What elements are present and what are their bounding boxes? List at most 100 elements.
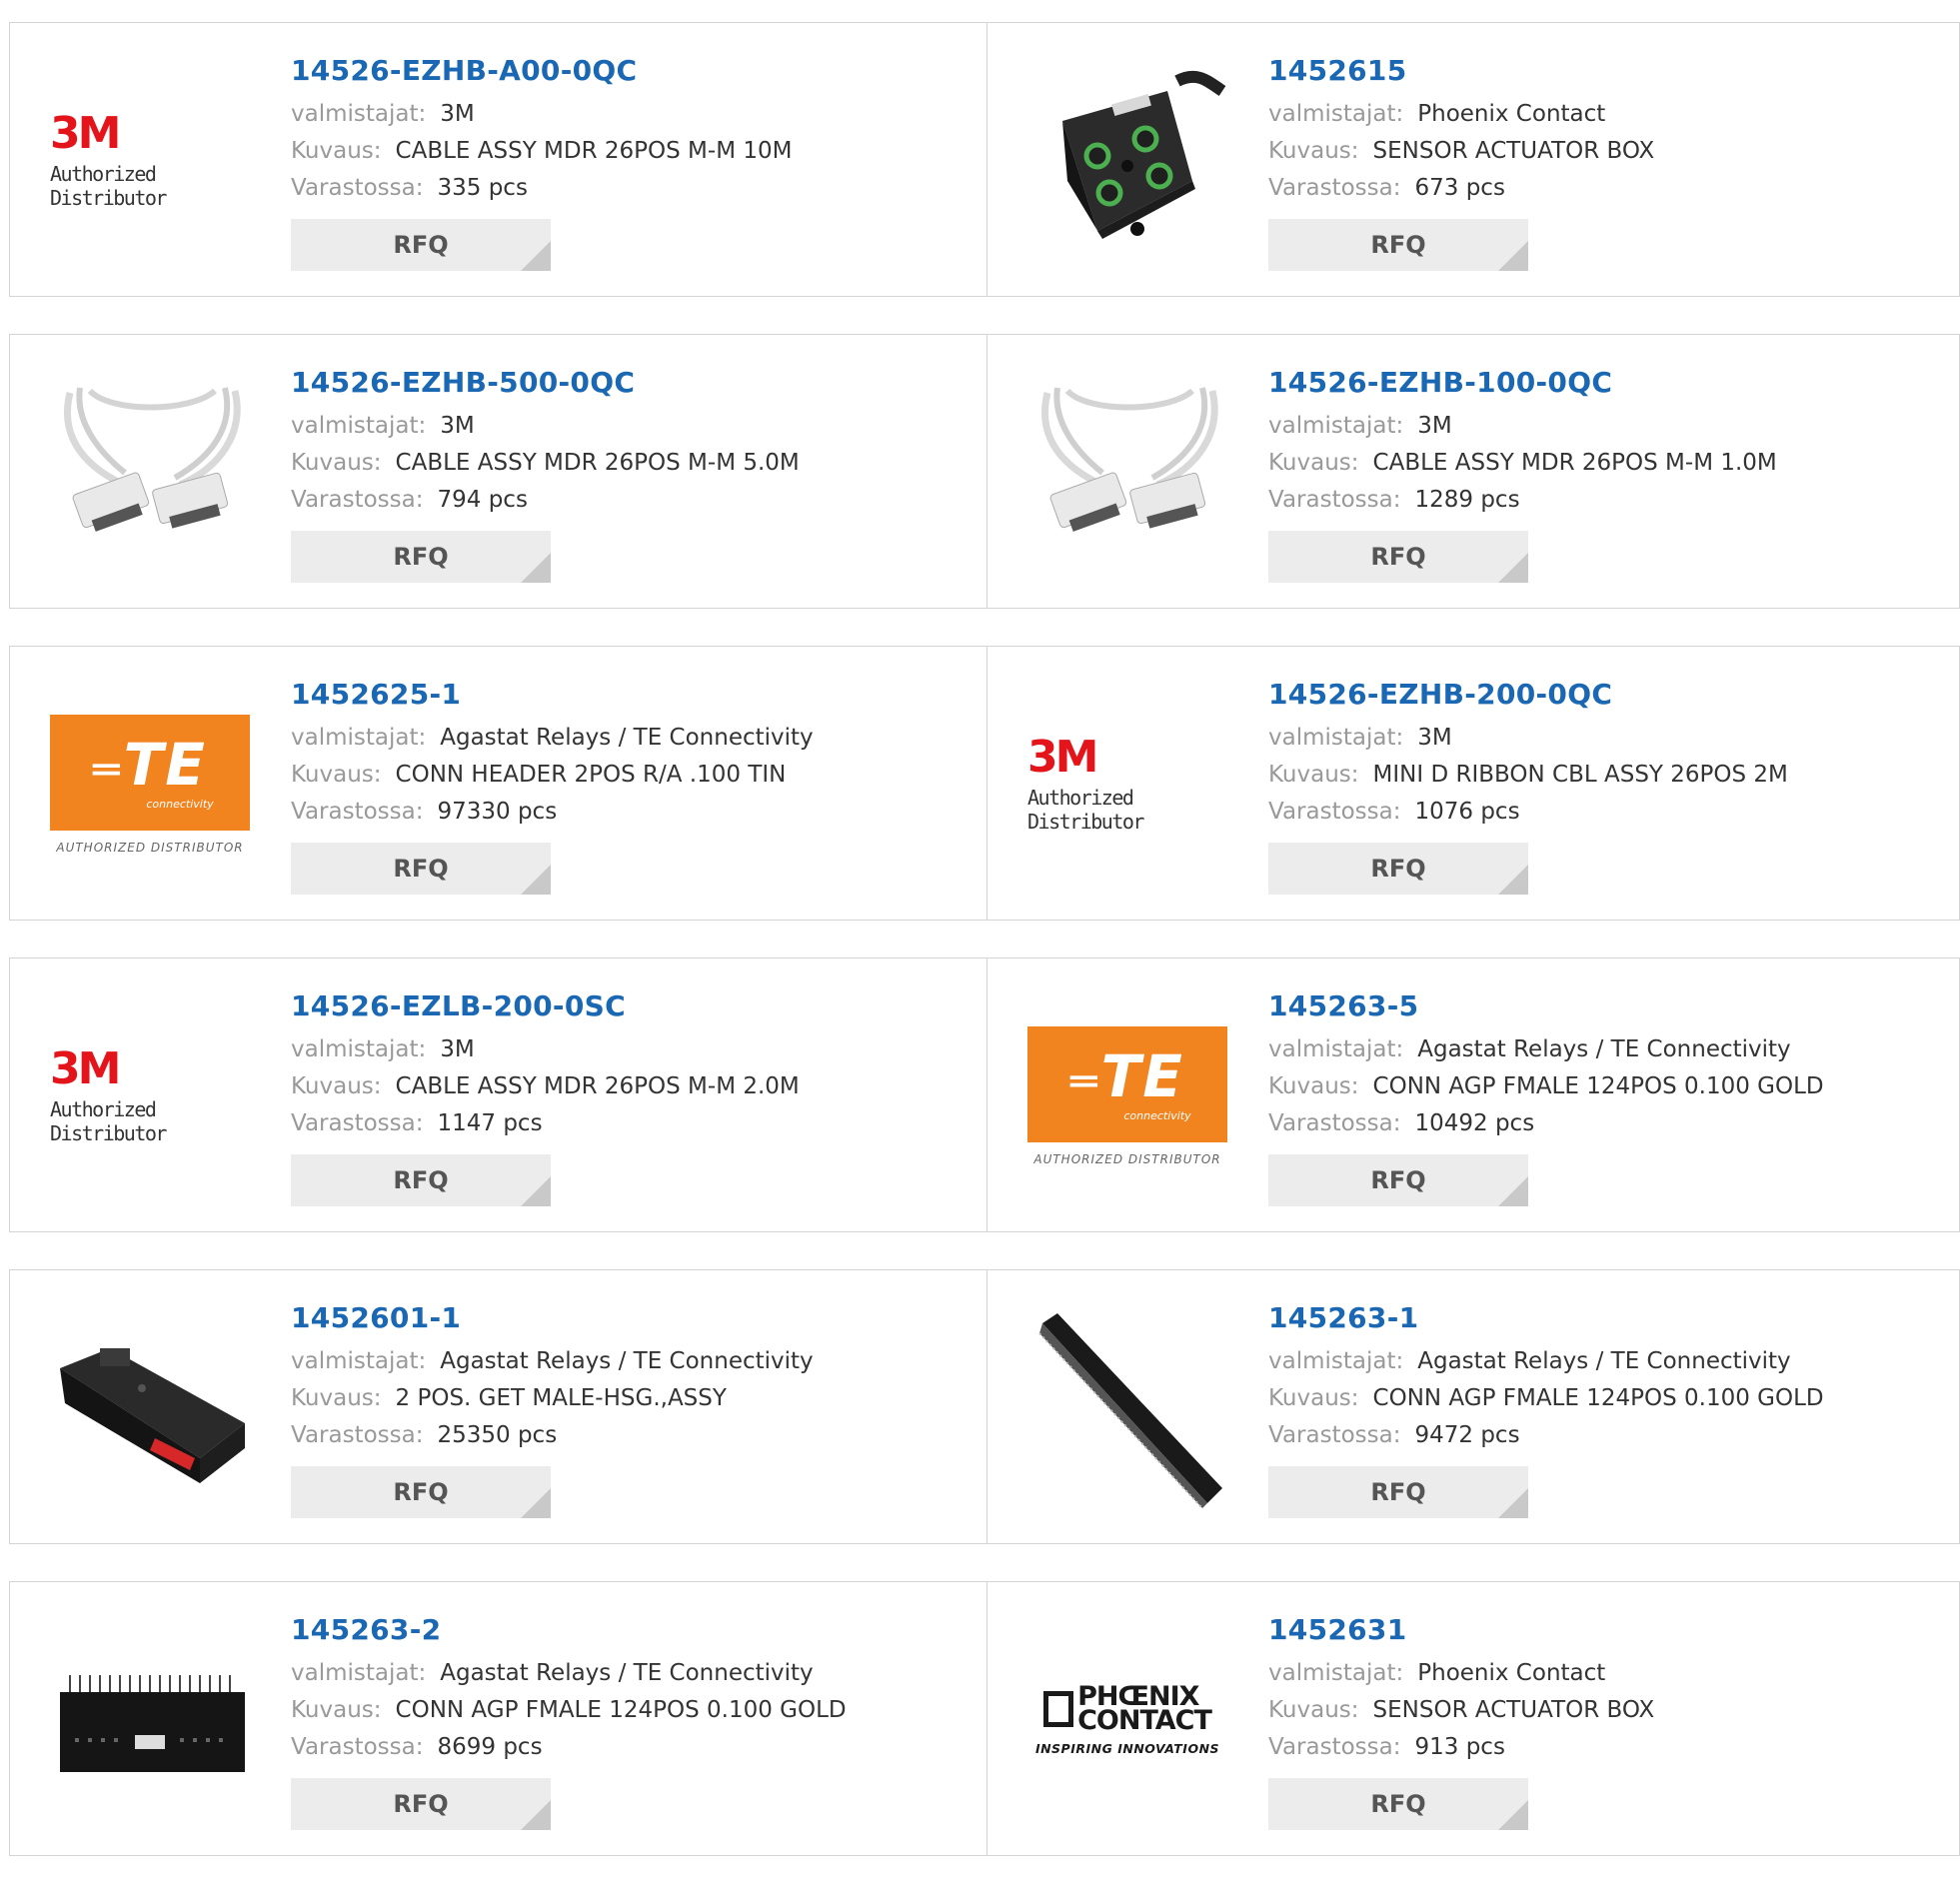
manufacturer-label: valmistajat:: [291, 413, 427, 439]
manufacturer-label: valmistajat:: [1268, 1348, 1404, 1374]
product-thumbnail[interactable]: [50, 1308, 250, 1508]
manufacturer-label: valmistajat:: [1268, 1036, 1404, 1062]
rfq-button[interactable]: RFQ: [1268, 1154, 1528, 1206]
part-number-link[interactable]: 145263-1: [1268, 1300, 1928, 1336]
description-label: Kuvaus:: [1268, 1073, 1359, 1099]
stock-row: Varastossa: 10492 pcs: [1268, 1105, 1928, 1142]
part-number-link[interactable]: 1452615: [1268, 53, 1928, 89]
rfq-button[interactable]: RFQ: [1268, 219, 1528, 271]
part-number-link[interactable]: 1452631: [1268, 1612, 1928, 1648]
rfq-button[interactable]: RFQ: [291, 531, 551, 583]
corner-triangle-icon: [521, 241, 551, 271]
part-number-link[interactable]: 1452601-1: [291, 1300, 951, 1336]
description-row: Kuvaus: CONN HEADER 2POS R/A .100 TIN: [291, 757, 951, 794]
stock-label: Varastossa:: [1268, 487, 1401, 513]
manufacturer-label: valmistajat:: [291, 1036, 427, 1062]
rfq-label: RFQ: [1370, 1166, 1426, 1194]
stock-row: Varastossa: 913 pcs: [1268, 1729, 1928, 1766]
product-thumbnail[interactable]: [1027, 373, 1227, 573]
description-row: Kuvaus: 2 POS. GET MALE-HSG.,ASSY: [291, 1380, 951, 1417]
rfq-button[interactable]: RFQ: [291, 1778, 551, 1830]
rfq-button[interactable]: RFQ: [1268, 531, 1528, 583]
rfq-button[interactable]: RFQ: [1268, 1778, 1528, 1830]
description-value: CONN AGP FMALE 124POS 0.100 GOLD: [1372, 1073, 1824, 1099]
part-number-link[interactable]: 14526-EZLB-200-0SC: [291, 988, 951, 1024]
manufacturer-label: valmistajat:: [1268, 1660, 1404, 1686]
product-card: 14526-EZHB-500-0QC valmistajat: 3M Kuvaus…: [10, 335, 987, 608]
part-number-link[interactable]: 14526-EZHB-A00-0QC: [291, 53, 951, 89]
stock-row: Varastossa: 97330 pcs: [291, 794, 951, 831]
stock-value: 335 pcs: [437, 175, 528, 201]
description-row: Kuvaus: MINI D RIBBON CBL ASSY 26POS 2M: [1268, 757, 1928, 794]
description-value: CONN AGP FMALE 124POS 0.100 GOLD: [395, 1697, 847, 1723]
product-card: 3M Authorized Distributor 14526-EZHB-200…: [987, 647, 1960, 920]
part-number-link[interactable]: 145263-2: [291, 1612, 951, 1648]
3m-logo: 3M Authorized Distributor: [1027, 732, 1144, 835]
product-thumbnail[interactable]: [1027, 61, 1227, 261]
product-thumbnail[interactable]: 3M Authorized Distributor: [50, 996, 250, 1196]
stock-value: 8699 pcs: [437, 1734, 543, 1760]
manufacturer-label: valmistajat:: [1268, 101, 1404, 127]
rfq-button[interactable]: RFQ: [291, 1154, 551, 1206]
product-card: 145263-1 valmistajat: Agastat Relays / TE…: [987, 1270, 1960, 1543]
product-thumbnail[interactable]: [1027, 1308, 1227, 1508]
3m-logo: 3M Authorized Distributor: [50, 108, 167, 211]
description-value: CONN AGP FMALE 124POS 0.100 GOLD: [1372, 1385, 1824, 1411]
product-info: 14526-EZHB-500-0QC valmistajat: 3M Kuvaus…: [291, 365, 951, 583]
rfq-button[interactable]: RFQ: [291, 219, 551, 271]
description-label: Kuvaus:: [1268, 450, 1359, 476]
manufacturer-row: valmistajat: 3M: [291, 1031, 951, 1068]
description-value: CABLE ASSY MDR 26POS M-M 10M: [395, 138, 793, 164]
stock-label: Varastossa:: [1268, 799, 1401, 825]
product-info: 145263-2 valmistajat: Agastat Relays / TE…: [291, 1612, 951, 1830]
manufacturer-row: valmistajat: Agastat Relays / TE Connecti…: [291, 1655, 951, 1692]
rfq-button[interactable]: RFQ: [291, 1466, 551, 1518]
part-number-link[interactable]: 1452625-1: [291, 677, 951, 713]
description-row: Kuvaus: SENSOR ACTUATOR BOX: [1268, 1692, 1928, 1729]
rfq-button[interactable]: RFQ: [1268, 843, 1528, 895]
manufacturer-value: Phoenix Contact: [1417, 101, 1606, 127]
description-value: CABLE ASSY MDR 26POS M-M 5.0M: [395, 450, 800, 476]
corner-triangle-icon: [521, 553, 551, 583]
agp-connector-image: [1038, 1313, 1222, 1508]
rfq-button[interactable]: RFQ: [1268, 1466, 1528, 1518]
stock-value: 25350 pcs: [437, 1422, 558, 1448]
description-value: SENSOR ACTUATOR BOX: [1372, 138, 1655, 164]
corner-triangle-icon: [521, 1176, 551, 1206]
manufacturer-row: valmistajat: Agastat Relays / TE Connecti…: [1268, 1343, 1928, 1380]
manufacturer-value: 3M: [440, 101, 475, 127]
manufacturer-value: 3M: [440, 413, 475, 439]
corner-triangle-icon: [1498, 1800, 1528, 1830]
product-thumbnail[interactable]: ═ TE connectivity AUTHORIZED DISTRIBUTOR: [1027, 996, 1227, 1196]
product-row: 3M Authorized Distributor 14526-EZLB-200…: [9, 957, 1960, 1232]
rfq-label: RFQ: [1370, 855, 1426, 883]
stock-label: Varastossa:: [1268, 1422, 1401, 1448]
product-thumbnail[interactable]: ═ TE connectivity AUTHORIZED DISTRIBUTOR: [50, 685, 250, 885]
manufacturer-row: valmistajat: 3M: [291, 408, 951, 445]
product-card: PHŒNIX CONTACT INSPIRING INNOVATIONS 1452…: [987, 1582, 1960, 1855]
rfq-label: RFQ: [393, 231, 449, 259]
product-thumbnail[interactable]: 3M Authorized Distributor: [50, 61, 250, 261]
part-number-link[interactable]: 14526-EZHB-500-0QC: [291, 365, 951, 401]
stock-value: 1147 pcs: [437, 1110, 543, 1136]
product-thumbnail[interactable]: [50, 373, 250, 573]
manufacturer-value: 3M: [1417, 725, 1452, 751]
rfq-button[interactable]: RFQ: [291, 843, 551, 895]
cable-assembly-image: [63, 387, 241, 532]
stock-label: Varastossa:: [291, 1110, 424, 1136]
rfq-label: RFQ: [1370, 1790, 1426, 1818]
part-number-link[interactable]: 145263-5: [1268, 988, 1928, 1024]
description-label: Kuvaus:: [1268, 762, 1359, 788]
stock-row: Varastossa: 1076 pcs: [1268, 794, 1928, 831]
product-thumbnail[interactable]: PHŒNIX CONTACT INSPIRING INNOVATIONS: [1027, 1620, 1227, 1820]
product-thumbnail[interactable]: 3M Authorized Distributor: [1027, 685, 1227, 885]
product-thumbnail[interactable]: [50, 1620, 250, 1820]
manufacturer-row: valmistajat: Agastat Relays / TE Connecti…: [291, 1343, 951, 1380]
description-value: 2 POS. GET MALE-HSG.,ASSY: [395, 1385, 727, 1411]
description-row: Kuvaus: CONN AGP FMALE 124POS 0.100 GOLD: [1268, 1380, 1928, 1417]
part-number-link[interactable]: 14526-EZHB-200-0QC: [1268, 677, 1928, 713]
part-number-link[interactable]: 14526-EZHB-100-0QC: [1268, 365, 1928, 401]
stock-row: Varastossa: 335 pcs: [291, 170, 951, 207]
stock-value: 97330 pcs: [437, 799, 558, 825]
description-row: Kuvaus: CONN AGP FMALE 124POS 0.100 GOLD: [291, 1692, 951, 1729]
